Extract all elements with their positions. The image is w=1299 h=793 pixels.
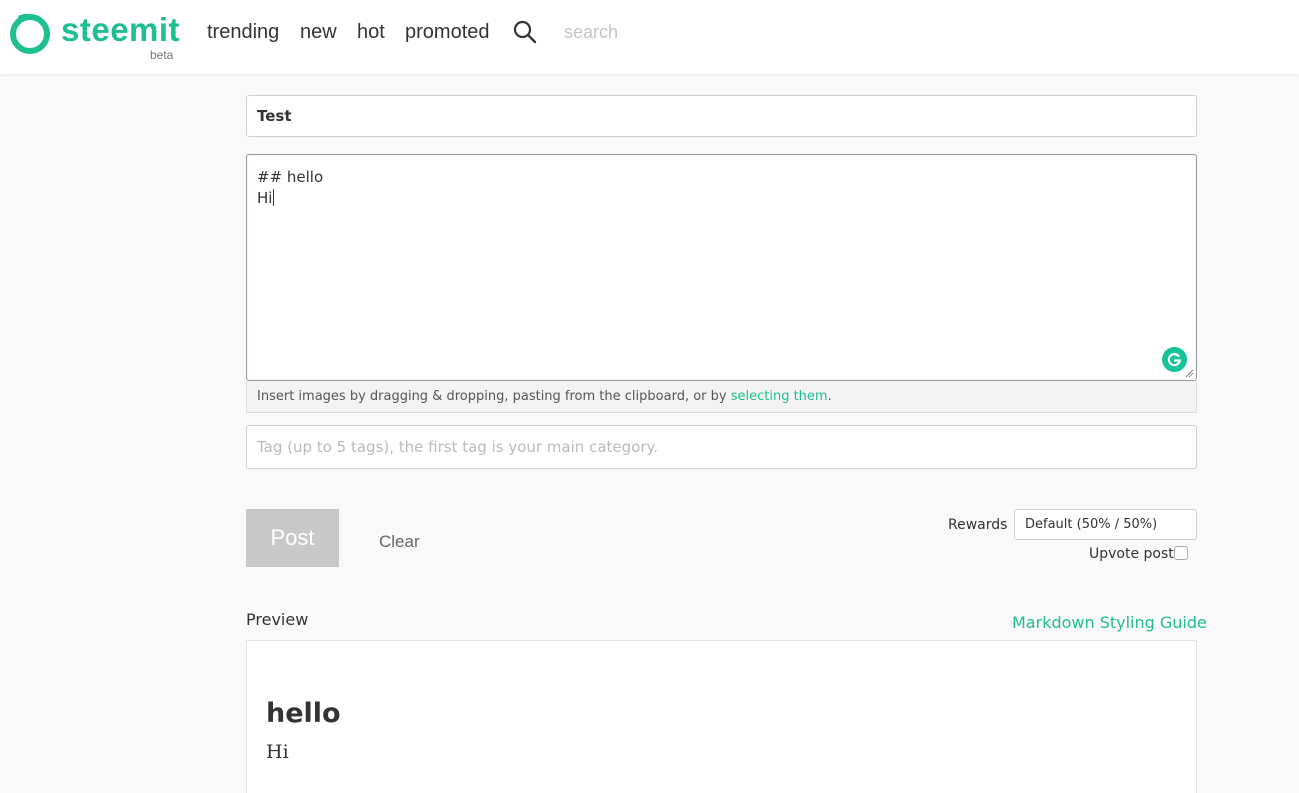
select-images-link[interactable]: selecting them xyxy=(731,389,828,404)
hint-text: Insert images by dragging & dropping, pa… xyxy=(257,389,731,404)
nav-hot[interactable]: hot xyxy=(357,20,385,44)
image-upload-hint: Insert images by dragging & dropping, pa… xyxy=(246,381,1197,413)
upvote-post-checkbox[interactable] xyxy=(1174,546,1188,560)
post-title-input[interactable] xyxy=(246,95,1197,137)
preview-heading: hello xyxy=(266,698,341,729)
search-input[interactable] xyxy=(554,14,794,50)
brand-beta-tag: beta xyxy=(150,48,174,62)
post-body-editor[interactable]: ## hello Hi xyxy=(246,154,1197,381)
preview-heading-label: Preview xyxy=(246,610,309,629)
resize-handle-icon[interactable] xyxy=(1184,368,1194,378)
clear-button[interactable]: Clear xyxy=(379,531,420,553)
body-line-2: Hi xyxy=(257,189,273,207)
top-header: steemit beta trending new hot promoted xyxy=(0,0,1299,74)
nav-trending[interactable]: trending xyxy=(207,20,279,44)
markdown-guide-link[interactable]: Markdown Styling Guide xyxy=(1012,613,1207,633)
steemit-logo-icon[interactable] xyxy=(8,10,52,54)
search-icon[interactable] xyxy=(512,19,538,45)
text-caret xyxy=(273,189,275,206)
rewards-label: Rewards xyxy=(948,517,1008,533)
nav-promoted[interactable]: promoted xyxy=(405,20,490,44)
rewards-select[interactable]: Default (50% / 50%) xyxy=(1014,509,1197,540)
upvote-post-label[interactable]: Upvote post xyxy=(1089,545,1174,563)
post-body-text: ## hello Hi xyxy=(257,167,323,209)
nav-new[interactable]: new xyxy=(300,20,337,44)
tags-input[interactable] xyxy=(246,425,1197,469)
preview-panel: hello Hi xyxy=(246,640,1197,793)
preview-paragraph: Hi xyxy=(266,741,289,763)
hint-suffix: . xyxy=(827,389,832,404)
post-button[interactable]: Post xyxy=(246,509,339,567)
body-line-1: ## hello xyxy=(257,168,324,186)
brand-name[interactable]: steemit xyxy=(61,10,180,50)
